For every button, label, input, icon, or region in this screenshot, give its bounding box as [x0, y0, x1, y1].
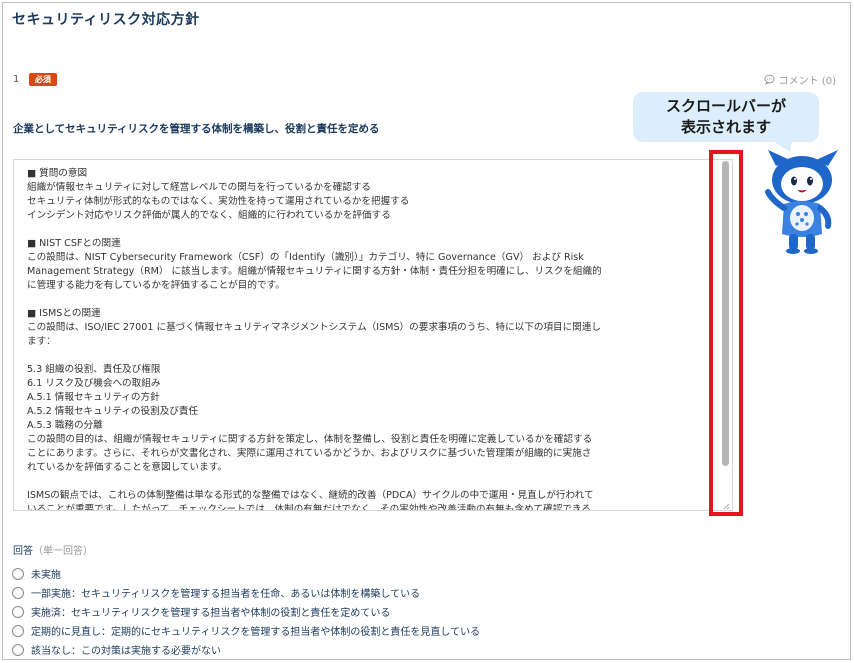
description-line: ます：	[27, 336, 56, 347]
required-badge: 必須	[29, 73, 57, 86]
option-label: 実施済：セキュリティリスクを管理する担当者や体制の役割と責任を定めている	[31, 608, 391, 619]
description-line: この設問は、NIST Cybersecurity Framework（CSF）の…	[27, 252, 584, 263]
radio-button[interactable]	[12, 567, 24, 580]
description-line: ■ ISMSとの関連	[27, 308, 101, 319]
description-line	[27, 349, 717, 363]
description-line: れているかを評価することを意図しています。	[27, 462, 227, 473]
description-line: セキュリティ体制が形式的なものではなく、実効性を持って運用されているかを把握する	[27, 196, 410, 207]
answer-option-4[interactable]: 定期的に見直し：定期的にセキュリティリスクを管理する担当者や体制の役割と責任を見…	[12, 623, 480, 638]
option-label: 未実施	[31, 570, 61, 581]
speech-bubble-icon	[764, 74, 775, 85]
mascot-character	[765, 150, 838, 254]
description-line: この設問の目的は、組織が情報セキュリティに関する方針を策定し、体制を整備し、役割…	[27, 434, 593, 445]
radio-button[interactable]	[12, 643, 24, 656]
description-line: A.5.3 職務の分離	[27, 420, 103, 431]
description-textarea[interactable]: ■ 質問の意図組織が情報セキュリティに対して経営レベルでの関与を行っているかを確…	[13, 159, 733, 511]
answer-option-3[interactable]: 実施済：セキュリティリスクを管理する担当者や体制の役割と責任を定めている	[12, 604, 390, 619]
description-line: に管理する能力を有しているかを評価することが目的です。	[27, 280, 285, 291]
radio-button[interactable]	[12, 586, 24, 599]
radio-button[interactable]	[12, 605, 24, 618]
answer-option-5[interactable]: 該当なし：この対策は実施する必要がない	[12, 642, 221, 657]
answer-option-2[interactable]: 一部実施：セキュリティリスクを管理する担当者を任命、あるいは体制を構築している	[12, 585, 420, 600]
comment-button[interactable]: コメント (0)	[764, 72, 836, 87]
description-line: Management Strategy（RM） に該当します。組織が情報セキュリ…	[27, 266, 602, 277]
scrollbar-highlight-box	[709, 150, 743, 516]
description-line	[27, 475, 717, 489]
description-line: A.5.1 情報セキュリティの方針	[27, 392, 160, 403]
description-line: ■ 質問の意図	[27, 168, 88, 179]
question-number: 1	[13, 74, 20, 85]
callout-line-1: スクロールバーが	[665, 97, 786, 115]
question-text: 企業としてセキュリティリスクを管理する体制を構築し、役割と責任を定める	[13, 123, 380, 135]
description-text: ■ 質問の意図組織が情報セキュリティに対して経営レベルでの関与を行っているかを確…	[27, 167, 717, 511]
description-line: インシデント対応やリスク評価が属人的でなく、組織的に行われているかを評価する	[27, 210, 391, 221]
description-line: ■ NIST CSFとの関連	[27, 238, 121, 249]
description-line: ことにあります。さらに、それらが文書化され、実際に運用されているかどうか、および…	[27, 448, 592, 459]
answer-label: 回答（単一回答）	[13, 546, 93, 557]
description-line	[27, 293, 717, 307]
description-line: ISMSの観点では、これらの体制整備は単なる形式的な整備ではなく、継続的改善（P…	[27, 490, 594, 501]
option-label: 該当なし：この対策は実施する必要がない	[31, 646, 221, 657]
option-label: 一部実施：セキュリティリスクを管理する担当者を任命、あるいは体制を構築している	[31, 589, 421, 600]
comment-label: コメント (0)	[778, 76, 836, 87]
description-line	[27, 223, 717, 237]
answer-option-1[interactable]: 未実施	[12, 566, 61, 581]
page-title: セキュリティリスク対応方針	[12, 12, 200, 28]
description-line: いることが重要です。したがって、チェックシートでは、体制の有無だけでなく、その実…	[27, 504, 591, 511]
description-line: この設問は、ISO/IEC 27001 に基づく情報セキュリティマネジメントシス…	[27, 322, 602, 333]
answer-sublabel: （単一回答）	[33, 546, 93, 557]
radio-button[interactable]	[12, 624, 24, 637]
description-line: 5.3 組織の役割、責任及び権限	[27, 364, 161, 375]
description-line: 組織が情報セキュリティに対して経営レベルでの関与を行っているかを確認する	[27, 182, 372, 193]
description-line: A.5.2 情報セキュリティの役割及び責任	[27, 406, 199, 417]
description-line: 6.1 リスク及び機会への取組み	[27, 378, 161, 389]
option-label: 定期的に見直し：定期的にセキュリティリスクを管理する担当者や体制の役割と責任を見…	[31, 627, 481, 638]
